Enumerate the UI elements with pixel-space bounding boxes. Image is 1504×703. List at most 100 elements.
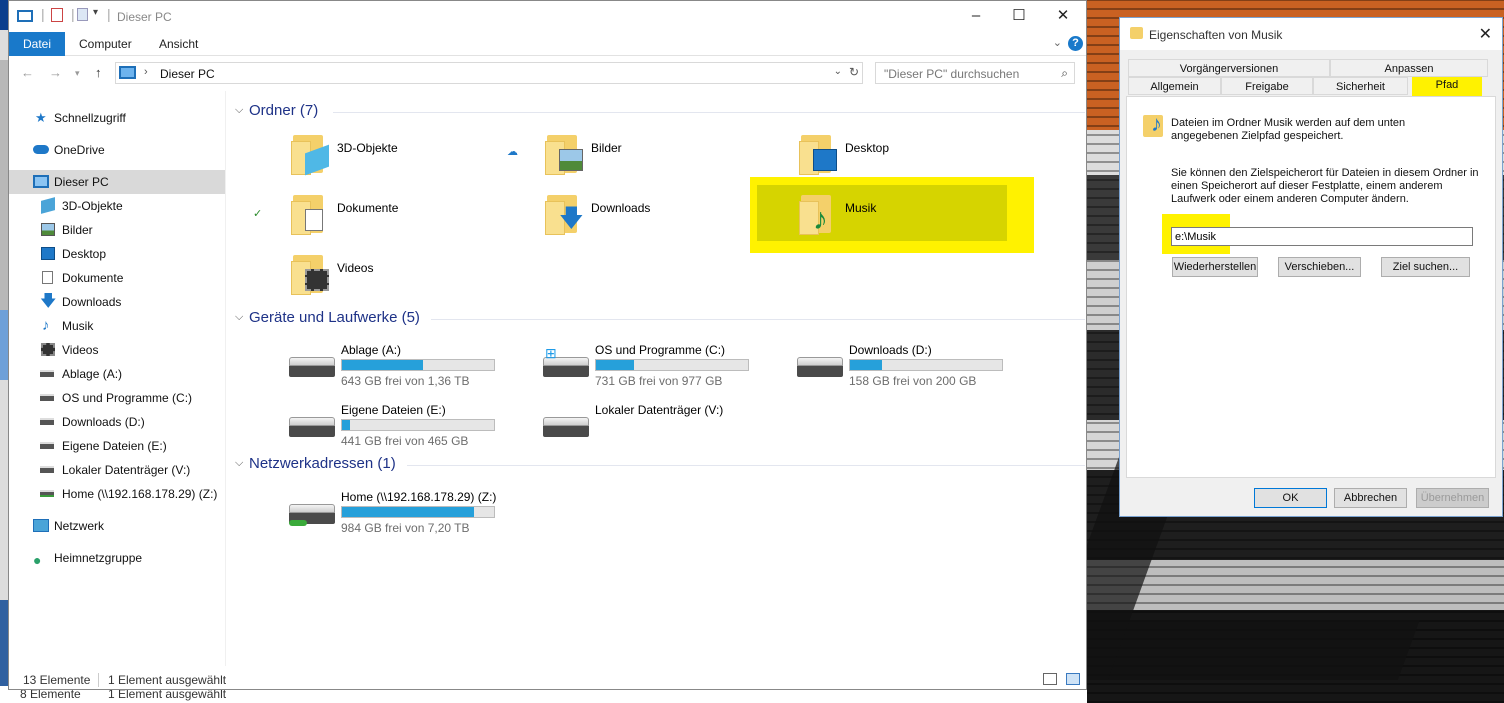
minimize-button[interactable]: – bbox=[954, 5, 998, 27]
network-icon bbox=[33, 519, 49, 532]
path-field[interactable] bbox=[1171, 227, 1473, 246]
move-button[interactable]: Verschieben... bbox=[1278, 257, 1361, 277]
status-bar: 13 Elemente 1 Element ausgewählt bbox=[9, 669, 1086, 689]
tab-ansicht[interactable]: Ansicht bbox=[159, 37, 198, 51]
expand-ribbon-icon[interactable]: ⌄ bbox=[1053, 36, 1062, 49]
content-area: ⌵ Ordner (7) 3D-Objekte ☁ Bilder Desktop… bbox=[235, 97, 1085, 667]
find-target-button[interactable]: Ziel suchen... bbox=[1381, 257, 1470, 277]
sidebar-item-lokaler-datentraeger[interactable]: Lokaler Datenträger (V:) bbox=[9, 458, 225, 482]
sidebar-item-desktop[interactable]: Desktop bbox=[9, 242, 225, 266]
back-icon[interactable]: ← bbox=[21, 65, 34, 80]
address-row: ← → ▾ ↑ › Dieser PC ⌄ ↻ "Dieser PC" durc… bbox=[9, 59, 1086, 87]
customize-quick-access-icon[interactable]: ▾ bbox=[93, 7, 98, 18]
drive-ablage[interactable]: Ablage (A:) 643 GB frei von 1,36 TB bbox=[289, 343, 529, 393]
sidebar-item-eigene-dateien[interactable]: Eigene Dateien (E:) bbox=[9, 434, 225, 458]
large-icons-view-icon[interactable] bbox=[1066, 673, 1080, 685]
apply-button[interactable]: Übernehmen bbox=[1416, 488, 1489, 508]
search-icon[interactable]: ⌕ bbox=[1061, 66, 1068, 81]
recent-locations-icon[interactable]: ▾ bbox=[75, 68, 80, 79]
group-header-network[interactable]: ⌵ Netzwerkadressen (1) bbox=[235, 455, 1085, 475]
cancel-button[interactable]: Abbrechen bbox=[1334, 488, 1407, 508]
folder-icon bbox=[291, 133, 331, 177]
computer-icon bbox=[33, 175, 49, 188]
sidebar-item-downloads-d[interactable]: Downloads (D:) bbox=[9, 410, 225, 434]
maximize-button[interactable]: ☐ bbox=[997, 5, 1041, 27]
chevron-down-icon[interactable]: ⌵ bbox=[235, 311, 243, 324]
item-count: 13 Elemente bbox=[23, 673, 91, 687]
tab-sicherheit[interactable]: Sicherheit bbox=[1313, 77, 1408, 95]
folder-videos[interactable]: Videos bbox=[291, 253, 531, 309]
document-icon bbox=[305, 209, 323, 231]
windows-drive-icon bbox=[40, 394, 54, 401]
drive-os-und-programme[interactable]: ⊞ OS und Programme (C:) 731 GB frei von … bbox=[543, 343, 783, 393]
sidebar-item-dieser-pc[interactable]: Dieser PC bbox=[9, 170, 225, 194]
folder-bilder[interactable]: Bilder bbox=[545, 133, 785, 189]
folder-icon bbox=[799, 133, 839, 177]
separator: | bbox=[107, 6, 111, 22]
sidebar-item-home-z[interactable]: Home (\\192.168.178.29) (Z:) bbox=[9, 482, 225, 506]
refresh-icon[interactable]: ↻ bbox=[849, 65, 859, 79]
sidebar-item-onedrive[interactable]: OneDrive bbox=[9, 138, 225, 162]
close-button[interactable]: ✕ bbox=[1041, 5, 1085, 27]
tab-pfad[interactable]: Pfad bbox=[1416, 75, 1478, 95]
address-text[interactable]: Dieser PC bbox=[160, 67, 215, 81]
new-folder-icon[interactable] bbox=[77, 8, 88, 21]
sidebar-item-heimnetzgruppe[interactable]: ● Heimnetzgruppe bbox=[9, 546, 225, 570]
up-icon[interactable]: ↑ bbox=[95, 65, 102, 80]
tab-allgemein[interactable]: Allgemein bbox=[1128, 77, 1221, 95]
drive-icon bbox=[40, 466, 54, 473]
sidebar-item-downloads[interactable]: 🡇 Downloads bbox=[9, 290, 225, 314]
forward-icon[interactable]: → bbox=[49, 65, 62, 80]
music-folder-icon: ♪ bbox=[1143, 111, 1169, 139]
dialog-title: Eigenschaften von Musik bbox=[1149, 28, 1283, 42]
group-header-drives[interactable]: ⌵ Geräte und Laufwerke (5) bbox=[235, 309, 1085, 329]
drive-usage-bar bbox=[341, 419, 495, 431]
dialog-title-bar: Eigenschaften von Musik ✕ bbox=[1120, 18, 1502, 50]
drive-downloads-d[interactable]: Downloads (D:) 158 GB frei von 200 GB bbox=[797, 343, 1037, 393]
chevron-down-icon[interactable]: ⌵ bbox=[235, 104, 243, 117]
properties-icon[interactable] bbox=[51, 8, 63, 22]
download-icon: 🡇 bbox=[559, 205, 584, 232]
sidebar-item-schnellzugriff[interactable]: ★ Schnellzugriff bbox=[9, 106, 225, 130]
folder-musik[interactable]: ♪ Musik bbox=[799, 193, 1039, 249]
download-icon: 🡇 bbox=[40, 293, 57, 310]
sidebar-item-ablage[interactable]: Ablage (A:) bbox=[9, 362, 225, 386]
chevron-right-icon[interactable]: › bbox=[144, 66, 148, 78]
close-icon[interactable]: ✕ bbox=[1479, 24, 1492, 44]
separator: | bbox=[71, 6, 75, 22]
sidebar-item-dokumente[interactable]: Dokumente bbox=[9, 266, 225, 290]
drive-usage-bar bbox=[595, 359, 749, 371]
folder-dokumente[interactable]: Dokumente bbox=[291, 193, 531, 249]
drive-usage-bar bbox=[341, 506, 495, 518]
tab-datei[interactable]: Datei bbox=[9, 32, 65, 56]
chevron-down-icon[interactable]: ⌵ bbox=[235, 457, 243, 470]
tab-vorgaengerversionen[interactable]: Vorgängerversionen bbox=[1128, 59, 1330, 77]
group-header-folders[interactable]: ⌵ Ordner (7) bbox=[235, 102, 1085, 122]
sidebar-item-3d-objekte[interactable]: 3D-Objekte bbox=[9, 194, 225, 218]
folder-icon bbox=[291, 193, 331, 237]
folder-desktop[interactable]: Desktop bbox=[799, 133, 1039, 189]
chevron-down-icon[interactable]: ⌄ bbox=[834, 66, 842, 77]
sidebar-item-netzwerk[interactable]: Netzwerk bbox=[9, 514, 225, 538]
folder-downloads[interactable]: 🡇 Downloads bbox=[545, 193, 785, 249]
folder-3d-objekte[interactable]: 3D-Objekte bbox=[291, 133, 531, 189]
search-input[interactable]: "Dieser PC" durchsuchen ⌕ bbox=[875, 62, 1075, 84]
tab-freigabe[interactable]: Freigabe bbox=[1221, 77, 1313, 95]
sidebar-item-bilder[interactable]: Bilder bbox=[9, 218, 225, 242]
drive-eigene-dateien[interactable]: Eigene Dateien (E:) 441 GB frei von 465 … bbox=[289, 403, 529, 453]
tab-computer[interactable]: Computer bbox=[79, 37, 132, 51]
drive-icon bbox=[40, 370, 54, 377]
drive-lokaler-datentraeger[interactable]: Lokaler Datenträger (V:) bbox=[543, 403, 783, 453]
drive-icon bbox=[289, 417, 335, 439]
restore-button[interactable]: Wiederherstellen bbox=[1172, 257, 1258, 277]
help-icon[interactable]: ? bbox=[1068, 36, 1083, 51]
drive-usage-bar bbox=[849, 359, 1003, 371]
sidebar-item-videos[interactable]: Videos bbox=[9, 338, 225, 362]
details-view-icon[interactable] bbox=[1043, 673, 1057, 685]
drive-home-z[interactable]: Home (\\192.168.178.29) (Z:) 984 GB frei… bbox=[289, 490, 529, 540]
ok-button[interactable]: OK bbox=[1254, 488, 1327, 508]
document-icon bbox=[42, 271, 53, 284]
sidebar-item-musik[interactable]: ♪ Musik bbox=[9, 314, 225, 338]
address-bar[interactable]: › Dieser PC ⌄ ↻ bbox=[115, 62, 863, 84]
sidebar-item-os-und-programme[interactable]: OS und Programme (C:) bbox=[9, 386, 225, 410]
